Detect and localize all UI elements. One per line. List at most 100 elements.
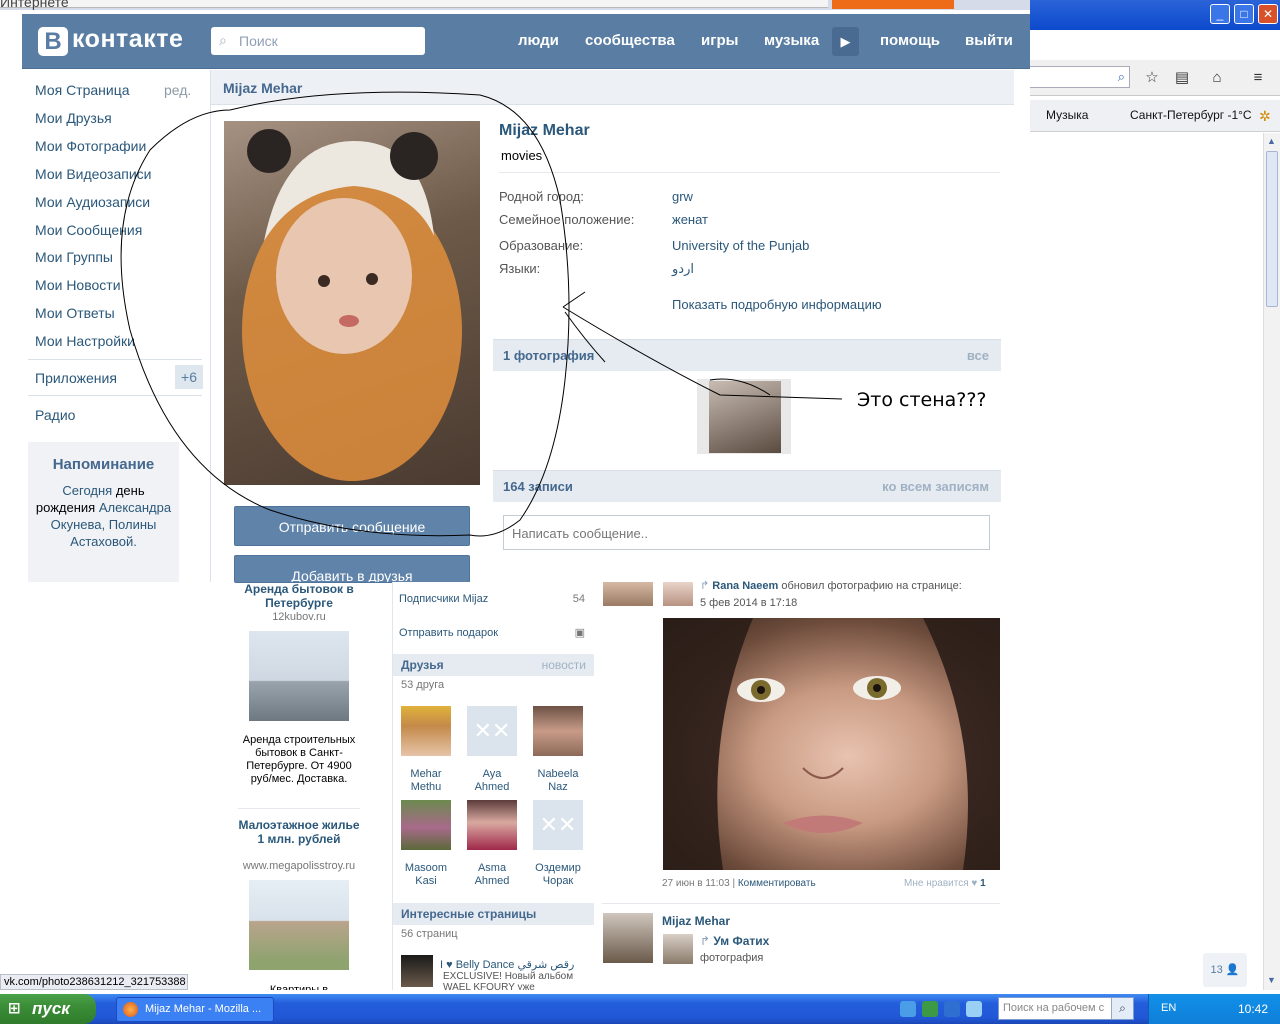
- friend-card[interactable]: ✕✕ Оздемир Чорак: [528, 800, 588, 888]
- menu-my-settings[interactable]: Мои Настройки: [35, 333, 135, 349]
- friend-first-name[interactable]: Nabeela: [538, 768, 579, 780]
- post-author[interactable]: Mijaz Mehar: [662, 914, 730, 928]
- friend-first-name[interactable]: Aya: [483, 768, 502, 780]
- vk-logo-text[interactable]: контакте: [72, 25, 183, 54]
- bookmarks-icon[interactable]: ▤: [1172, 68, 1192, 88]
- nav-music[interactable]: музыка: [764, 32, 819, 49]
- hometown-value[interactable]: grw: [672, 189, 693, 204]
- start-button[interactable]: ⊞ пуск: [0, 994, 96, 1024]
- friend-first-name[interactable]: Masoom: [405, 862, 447, 874]
- comment-link[interactable]: Комментировать: [738, 878, 816, 889]
- friend-card[interactable]: ✕✕ Aya Ahmed: [462, 706, 522, 794]
- post-image[interactable]: [663, 618, 1000, 870]
- wall-posts-count[interactable]: 164 записи: [503, 479, 573, 494]
- friend-last-name[interactable]: Ahmed: [475, 781, 510, 793]
- friend-last-name[interactable]: Methu: [411, 781, 442, 793]
- wall-all-link[interactable]: ко всем записям: [882, 479, 989, 494]
- page-title[interactable]: I ♥ Belly Dance رقص شرقي: [440, 958, 574, 971]
- photos-all-link[interactable]: все: [967, 348, 989, 363]
- window-close-button[interactable]: ✕: [1258, 4, 1278, 24]
- ad-title[interactable]: Аренда бытовок в Петербурге: [238, 582, 360, 610]
- post-avatar[interactable]: [663, 582, 693, 606]
- send-gift-link[interactable]: Отправить подарок: [399, 627, 498, 639]
- ad-text[interactable]: Квартиры в: [238, 984, 360, 990]
- post-time[interactable]: 27 июн в 11:03: [662, 878, 730, 889]
- default-avatar-icon[interactable]: ✕✕: [533, 800, 583, 850]
- friend-last-name[interactable]: Kasi: [415, 875, 436, 887]
- wall-section-header[interactable]: 164 записи ко всем записям: [493, 470, 1001, 502]
- ad-image[interactable]: [249, 880, 349, 970]
- menu-icon[interactable]: ≡: [1248, 68, 1268, 88]
- show-details-link[interactable]: Показать подробную информацию: [672, 297, 882, 312]
- page-scrollbar[interactable]: ▲ ▼: [1263, 133, 1280, 990]
- friends-title[interactable]: Друзья: [401, 658, 444, 672]
- photo-thumbnail[interactable]: [697, 379, 791, 454]
- taskbar-item-firefox[interactable]: Mijaz Mehar - Mozilla ...: [116, 997, 274, 1022]
- friend-first-name[interactable]: Asma: [478, 862, 506, 874]
- menu-my-photos[interactable]: Мои Фотографии: [35, 138, 146, 154]
- home-icon[interactable]: ⌂: [1207, 68, 1227, 88]
- excel-icon[interactable]: [922, 1001, 938, 1017]
- wall-post-input[interactable]: Написать сообщение..: [503, 515, 990, 550]
- profile-avatar[interactable]: [224, 121, 480, 485]
- friends-news-link[interactable]: новости: [542, 658, 586, 672]
- friend-avatar[interactable]: [401, 706, 451, 756]
- nav-logout[interactable]: выйти: [965, 32, 1013, 49]
- photos-count[interactable]: 1 фотография: [503, 348, 594, 363]
- menu-my-answers[interactable]: Мои Ответы: [35, 305, 115, 321]
- friend-last-name[interactable]: Чорак: [543, 875, 574, 887]
- address-bar-end[interactable]: ⌕: [1030, 66, 1130, 88]
- clock[interactable]: 10:42: [1238, 1002, 1268, 1016]
- online-counter[interactable]: 13 👤: [1203, 953, 1247, 987]
- friend-card[interactable]: Mehar Methu: [396, 706, 456, 794]
- browser-urlbar-strip[interactable]: [0, 0, 828, 8]
- subscribers-link[interactable]: Подписчики Mijaz: [399, 593, 488, 605]
- nav-communities[interactable]: сообщества: [585, 32, 675, 49]
- friends-header[interactable]: Друзья новости: [393, 654, 594, 676]
- menu-apps[interactable]: Приложения: [35, 370, 117, 386]
- search-input[interactable]: ⌕ Поиск: [211, 27, 425, 55]
- scroll-down-icon[interactable]: ▼: [1267, 975, 1276, 985]
- desktop-search-input[interactable]: Поиск на рабочем с ⌕: [998, 997, 1134, 1020]
- friend-first-name[interactable]: Оздемир: [535, 862, 581, 874]
- ad-image[interactable]: [249, 631, 349, 721]
- menu-radio[interactable]: Радио: [35, 407, 75, 423]
- repost-avatar[interactable]: [663, 934, 693, 964]
- menu-my-friends[interactable]: Мои Друзья: [35, 110, 112, 126]
- search-icon[interactable]: ⌕: [1111, 998, 1133, 1019]
- star-icon[interactable]: ☆: [1142, 68, 1162, 88]
- friends-count[interactable]: 53 друга: [401, 679, 444, 691]
- send-message-button[interactable]: Отправить сообщение: [234, 506, 470, 546]
- education-value[interactable]: University of the Punjab: [672, 238, 809, 253]
- friend-card[interactable]: Asma Ahmed: [462, 800, 522, 888]
- ad-text[interactable]: Аренда строительных бытовок в Санкт-Пете…: [238, 734, 360, 786]
- ie-icon[interactable]: [900, 1001, 916, 1017]
- window-maximize-button[interactable]: □: [1234, 4, 1254, 24]
- menu-my-page[interactable]: Моя Страница: [35, 82, 130, 98]
- friend-avatar[interactable]: [401, 800, 451, 850]
- language-indicator[interactable]: EN: [1161, 1002, 1176, 1014]
- photos-section-header[interactable]: 1 фотография все: [493, 339, 1001, 371]
- pages-count[interactable]: 56 страниц: [401, 928, 458, 940]
- apps-count-badge[interactable]: +6: [175, 365, 203, 389]
- friend-avatar[interactable]: [533, 706, 583, 756]
- friend-first-name[interactable]: Mehar: [410, 768, 441, 780]
- post-author[interactable]: Rana Naeem: [712, 580, 778, 592]
- profile-status[interactable]: movies: [501, 148, 542, 163]
- window-minimize-button[interactable]: _: [1210, 4, 1230, 24]
- scrollbar-thumb[interactable]: [1266, 151, 1278, 307]
- marital-value[interactable]: женат: [672, 212, 708, 227]
- play-icon[interactable]: ▶: [832, 27, 859, 56]
- like-button[interactable]: Мне нравится ♥ 1: [904, 878, 986, 889]
- menu-my-groups[interactable]: Мои Группы: [35, 249, 113, 265]
- browser-orange-button[interactable]: [832, 0, 954, 9]
- bookmark-music[interactable]: Музыка: [1046, 108, 1088, 122]
- friend-last-name[interactable]: Ahmed: [475, 875, 510, 887]
- friend-card[interactable]: Nabeela Naz: [528, 706, 588, 794]
- post-date[interactable]: 5 фев 2014 в 17:18: [700, 597, 797, 609]
- scroll-up-icon[interactable]: ▲: [1267, 136, 1276, 146]
- repost-type[interactable]: фотография: [700, 952, 763, 964]
- add-friend-button[interactable]: Добавить в друзья: [234, 555, 470, 583]
- friend-card[interactable]: Masoom Kasi: [396, 800, 456, 888]
- interesting-pages-header[interactable]: Интересные страницы: [393, 903, 594, 925]
